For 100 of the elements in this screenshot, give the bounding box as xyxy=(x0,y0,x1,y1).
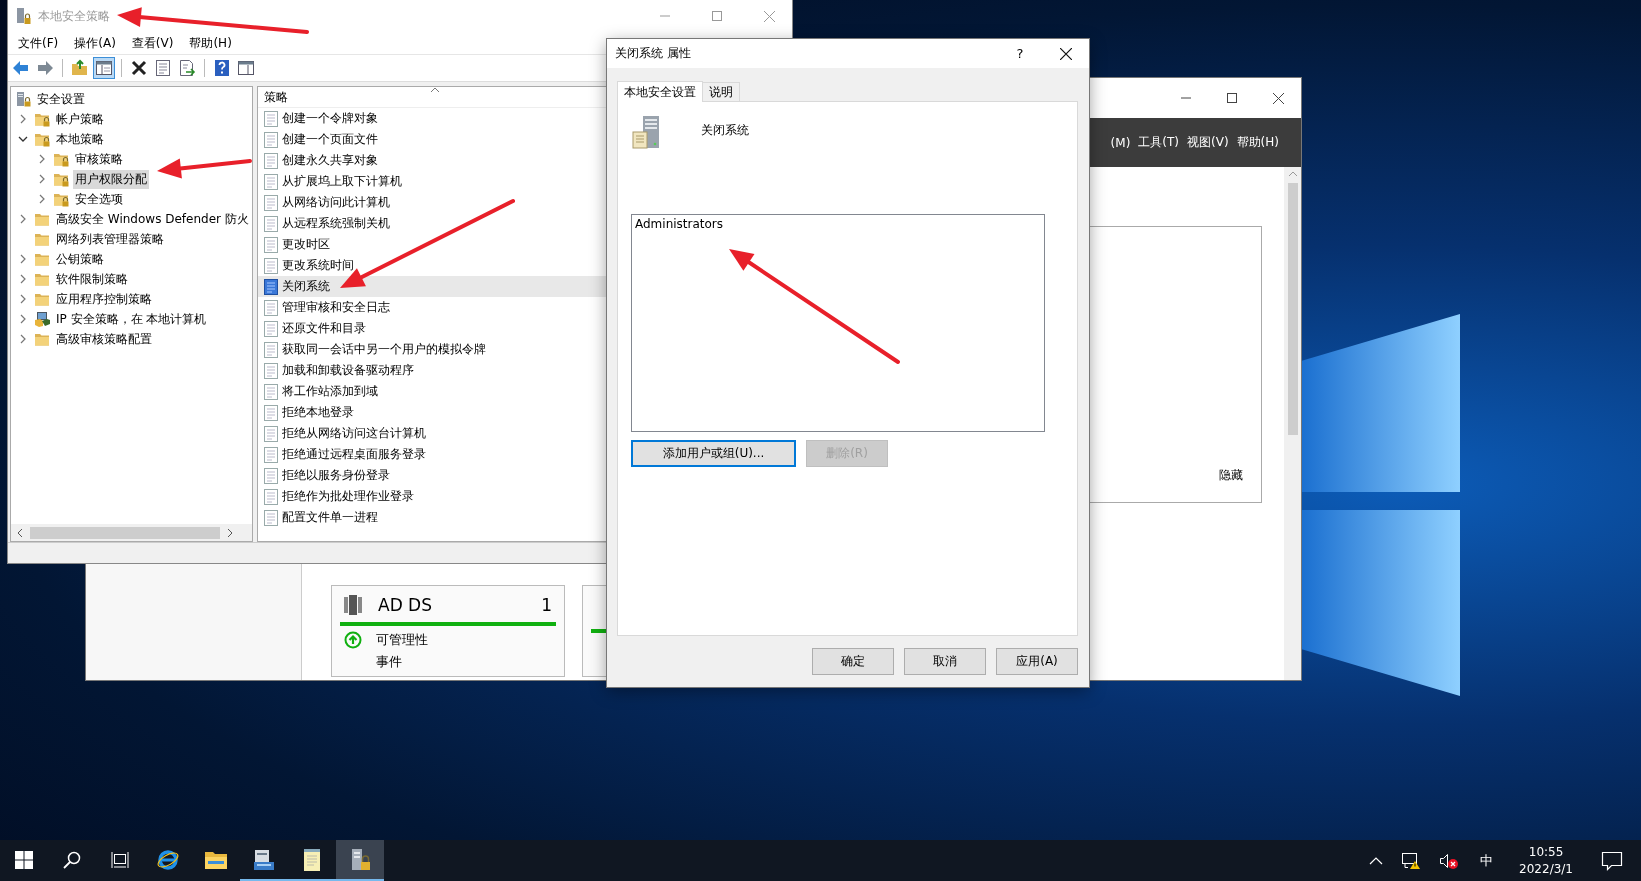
policy-document-icon xyxy=(264,404,278,421)
tree-item[interactable]: 本地策略 xyxy=(54,129,106,149)
chevron-down-icon[interactable] xyxy=(18,134,28,144)
chevron-right-icon[interactable] xyxy=(18,114,28,124)
four-squares-icon xyxy=(15,850,33,869)
export-icon xyxy=(178,59,196,77)
chevron-right-icon[interactable] xyxy=(18,294,28,304)
folder-up-icon xyxy=(71,59,89,77)
help-button[interactable]: ? xyxy=(997,39,1043,68)
menu-item[interactable]: 工具(T) xyxy=(1138,134,1180,151)
tree-item[interactable]: 安全设置 xyxy=(35,89,87,109)
tab[interactable]: 说明 xyxy=(702,82,740,101)
dialog-button[interactable]: 应用(A) xyxy=(996,648,1078,675)
tree-item[interactable]: 软件限制策略 xyxy=(54,269,130,289)
chevron-right-icon[interactable] xyxy=(18,254,28,264)
menu-item[interactable]: 查看(V) xyxy=(131,34,174,52)
policy-document-icon xyxy=(264,236,278,253)
policy-document-icon xyxy=(264,194,278,211)
folder-icon xyxy=(34,271,51,287)
window-pane-icon xyxy=(237,59,255,77)
folder-lock-icon xyxy=(53,151,70,167)
tree-item[interactable]: 网络列表管理器策略 xyxy=(54,229,166,249)
folder-icon xyxy=(34,231,51,247)
card-count: 1 xyxy=(541,595,553,615)
policy-document-icon xyxy=(264,320,278,337)
policy-document-icon xyxy=(264,362,278,379)
dialog-button[interactable]: 取消 xyxy=(904,648,986,675)
tree-item[interactable]: 帐户策略 xyxy=(54,109,106,129)
notification-icon[interactable] xyxy=(1601,850,1623,871)
security-policy-button[interactable] xyxy=(336,840,384,881)
toolbar-button[interactable] xyxy=(93,57,115,79)
tree-item[interactable]: 安全选项 xyxy=(73,189,125,209)
list-item[interactable]: Administrators xyxy=(635,217,1041,231)
chevron-right-icon[interactable] xyxy=(37,174,47,184)
scroll-up-icon xyxy=(1287,170,1298,178)
server-stack-icon xyxy=(344,595,362,615)
computer-lock-icon xyxy=(16,7,32,25)
maximize-icon xyxy=(1227,93,1237,103)
tab[interactable]: 本地安全设置 xyxy=(617,81,703,102)
menu-item[interactable]: 文件(F) xyxy=(18,34,59,52)
speaker-muted-icon[interactable] xyxy=(1439,851,1460,870)
tree-item[interactable]: 应用程序控制策略 xyxy=(54,289,154,309)
menu-item[interactable]: 操作(A) xyxy=(74,34,116,52)
folder-lock-icon xyxy=(34,111,51,127)
tree-pane-icon xyxy=(95,59,113,77)
policy-name: 关闭系统 xyxy=(701,122,749,139)
close-icon xyxy=(1272,92,1284,104)
clock[interactable]: 10:55 2022/3/1 xyxy=(1519,843,1573,878)
task-view-icon xyxy=(111,850,129,869)
folder-icon xyxy=(34,251,51,267)
network-warning-icon[interactable] xyxy=(1401,851,1422,870)
chevron-up-icon[interactable] xyxy=(1369,856,1384,865)
tree-item[interactable]: 审核策略 xyxy=(73,149,125,169)
policy-document-icon xyxy=(264,383,278,400)
hide-link[interactable]: 隐藏 xyxy=(1219,467,1243,484)
tree-item[interactable]: IP 安全策略，在 本地计算机 xyxy=(54,309,209,329)
policy-document-icon xyxy=(264,467,278,484)
tree-item[interactable]: 高级审核策略配置 xyxy=(54,329,154,349)
dialog-title: 关闭系统 属性 xyxy=(615,45,691,62)
browser-icon xyxy=(156,847,180,872)
horizontal-scrollbar[interactable] xyxy=(11,524,252,541)
menu-item[interactable]: 帮助(H) xyxy=(1236,134,1279,151)
tree-item[interactable]: 高级安全 Windows Defender 防火 xyxy=(54,209,251,229)
input-method-indicator[interactable]: 中 xyxy=(1480,851,1494,870)
policy-document-icon xyxy=(264,425,278,442)
vertical-scrollbar[interactable] xyxy=(1284,167,1301,680)
delete-icon xyxy=(130,59,148,77)
members-list[interactable]: Administrators xyxy=(631,214,1045,432)
card-row-label[interactable]: 事件 xyxy=(376,653,402,671)
policy-document-icon xyxy=(264,278,278,295)
forward-arrow-icon xyxy=(36,59,54,77)
scroll-right-icon xyxy=(226,527,234,538)
tree-item[interactable]: 用户权限分配 xyxy=(73,169,149,189)
column-header[interactable]: 策略 xyxy=(264,88,288,106)
clock-date: 2022/3/1 xyxy=(1519,860,1573,878)
chevron-right-icon[interactable] xyxy=(18,214,28,224)
menu-item[interactable]: (M) xyxy=(1110,135,1131,150)
policy-document-icon xyxy=(264,509,278,526)
notepad-icon xyxy=(302,847,322,872)
computer-shield-icon xyxy=(34,311,51,327)
chevron-right-icon[interactable] xyxy=(37,154,47,164)
card-title: AD DS xyxy=(378,595,433,615)
policy-document-icon xyxy=(264,131,278,148)
folder-icon xyxy=(34,331,51,347)
clock-time: 10:55 xyxy=(1528,843,1564,861)
add-user-button[interactable]: 添加用户或组(U)... xyxy=(631,440,796,467)
role-card[interactable]: AD DS 1 可管理性 事件 xyxy=(331,585,565,677)
tree-item[interactable]: 公钥策略 xyxy=(54,249,106,269)
card-row-label[interactable]: 可管理性 xyxy=(376,631,428,649)
dialog-button[interactable]: 确定 xyxy=(812,648,894,675)
folder-lock-icon xyxy=(53,171,70,187)
policy-document-icon xyxy=(264,488,278,505)
chevron-right-icon[interactable] xyxy=(18,274,28,284)
chevron-right-icon[interactable] xyxy=(18,314,28,324)
server-toolbox-icon xyxy=(252,847,276,872)
menu-item[interactable]: 视图(V) xyxy=(1187,134,1229,151)
menu-item[interactable]: 帮助(H) xyxy=(189,34,232,52)
chevron-right-icon[interactable] xyxy=(37,194,47,204)
chevron-right-icon[interactable] xyxy=(18,334,28,344)
back-arrow-icon xyxy=(12,59,30,77)
